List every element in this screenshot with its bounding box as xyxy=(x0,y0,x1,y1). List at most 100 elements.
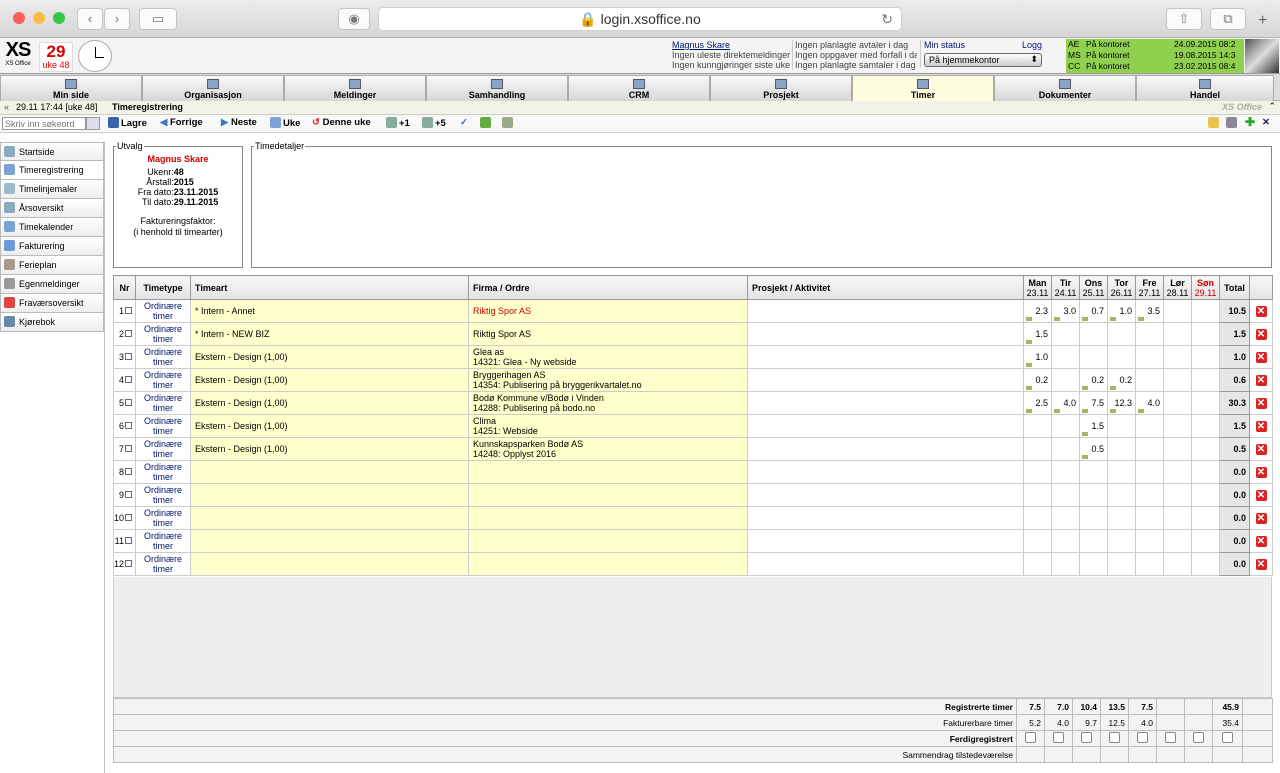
day-cell[interactable] xyxy=(1135,483,1164,507)
day-cell[interactable] xyxy=(1191,414,1220,438)
firma-cell[interactable] xyxy=(468,552,748,576)
firma-cell[interactable] xyxy=(468,483,748,507)
day-cell[interactable] xyxy=(1191,552,1220,576)
next-button[interactable]: ▶ Neste xyxy=(221,117,257,128)
firma-cell[interactable]: Kunnskapsparken Bodø AS 14248: Opplyst 20… xyxy=(468,437,748,461)
prosjekt-cell[interactable] xyxy=(747,483,1024,507)
day-cell[interactable]: 4.0 xyxy=(1051,391,1080,415)
day-cell[interactable]: 0.2 xyxy=(1023,368,1052,392)
timetype-cell[interactable]: Ordinære timer xyxy=(135,299,191,323)
timeart-cell[interactable]: Ekstern - Design (1,00) xyxy=(190,368,469,392)
day-cell[interactable]: 1.5 xyxy=(1079,414,1108,438)
prosjekt-cell[interactable] xyxy=(747,391,1024,415)
sidebar-item-6[interactable]: Ferieplan xyxy=(0,256,104,275)
day-cell[interactable]: 2.3 xyxy=(1023,299,1052,323)
row-nr[interactable]: 9 xyxy=(113,483,136,507)
ferdig-checkbox[interactable] xyxy=(1193,732,1204,743)
row-nr[interactable]: 7 xyxy=(113,437,136,461)
timeart-cell[interactable]: Ekstern - Design (1,00) xyxy=(190,437,469,461)
day-cell[interactable] xyxy=(1023,552,1052,576)
day-cell[interactable]: 12.3 xyxy=(1107,391,1136,415)
sidebar-item-5[interactable]: Fakturering xyxy=(0,237,104,256)
day-cell[interactable] xyxy=(1051,460,1080,484)
delete-icon[interactable]: ✕ xyxy=(1255,351,1267,363)
forward-icon[interactable]: › xyxy=(104,8,130,30)
timetype-cell[interactable]: Ordinære timer xyxy=(135,322,191,346)
day-cell[interactable]: 1.0 xyxy=(1023,345,1052,369)
share-icon[interactable]: ⇧ xyxy=(1166,8,1202,30)
presence-row[interactable]: CC På kontoret 23.02.2015 08:4 xyxy=(1066,61,1244,72)
day-cell[interactable] xyxy=(1023,460,1052,484)
prosjekt-cell[interactable] xyxy=(747,299,1024,323)
day-cell[interactable] xyxy=(1107,322,1136,346)
timetype-cell[interactable]: Ordinære timer xyxy=(135,414,191,438)
save-button[interactable]: Lagre xyxy=(108,117,147,129)
firma-cell[interactable]: Clima 14251: Webside xyxy=(468,414,748,438)
day-cell[interactable] xyxy=(1163,299,1192,323)
ferdig-checkbox[interactable] xyxy=(1137,732,1148,743)
day-cell[interactable]: 0.2 xyxy=(1079,368,1108,392)
firma-cell[interactable]: Riktig Spor AS xyxy=(468,299,748,323)
day-cell[interactable] xyxy=(1191,368,1220,392)
delete-icon[interactable]: ✕ xyxy=(1255,535,1267,547)
logg-link[interactable]: Logg xyxy=(1022,40,1042,50)
day-cell[interactable] xyxy=(1191,345,1220,369)
day-cell[interactable] xyxy=(1163,437,1192,461)
prev-button[interactable]: ◀ Forrige xyxy=(160,117,203,128)
timetype-cell[interactable]: Ordinære timer xyxy=(135,460,191,484)
day-cell[interactable] xyxy=(1051,483,1080,507)
this-week-button[interactable]: ↺ Denne uke xyxy=(312,117,371,128)
day-cell[interactable] xyxy=(1079,552,1108,576)
tab-prosjekt[interactable]: Prosjekt xyxy=(710,75,852,101)
firma-cell[interactable]: Bodø Kommune v/Bodø i Vinden 14288: Publi… xyxy=(468,391,748,415)
day-cell[interactable]: 0.7 xyxy=(1079,299,1108,323)
day-cell[interactable] xyxy=(1023,529,1052,553)
day-cell[interactable] xyxy=(1079,483,1108,507)
day-cell[interactable] xyxy=(1191,437,1220,461)
row-nr[interactable]: 2 xyxy=(113,322,136,346)
delete-icon[interactable]: ✕ xyxy=(1255,420,1267,432)
prosjekt-cell[interactable] xyxy=(747,529,1024,553)
day-cell[interactable] xyxy=(1191,506,1220,530)
timeart-cell[interactable] xyxy=(190,529,469,553)
row-nr[interactable]: 3 xyxy=(113,345,136,369)
day-cell[interactable] xyxy=(1135,437,1164,461)
maximize-window-icon[interactable] xyxy=(53,12,65,24)
day-cell[interactable] xyxy=(1079,460,1108,484)
day-cell[interactable]: 2.5 xyxy=(1023,391,1052,415)
day-cell[interactable] xyxy=(1023,506,1052,530)
tools-icon[interactable] xyxy=(502,117,515,129)
minimize-window-icon[interactable] xyxy=(33,12,45,24)
ferdig-checkbox[interactable] xyxy=(1109,732,1120,743)
timeart-cell[interactable]: * Intern - Annet xyxy=(190,299,469,323)
day-cell[interactable] xyxy=(1135,506,1164,530)
user-icon[interactable] xyxy=(480,117,493,129)
timeart-cell[interactable] xyxy=(190,552,469,576)
ferdig-checkbox[interactable] xyxy=(1222,732,1233,743)
timeart-cell[interactable]: Ekstern - Design (1,00) xyxy=(190,391,469,415)
timeart-cell[interactable] xyxy=(190,506,469,530)
timetype-cell[interactable]: Ordinære timer xyxy=(135,368,191,392)
day-cell[interactable] xyxy=(1191,391,1220,415)
firma-cell[interactable]: Riktig Spor AS xyxy=(468,322,748,346)
day-cell[interactable] xyxy=(1107,506,1136,530)
delete-icon[interactable]: ✕ xyxy=(1255,489,1267,501)
timeart-cell[interactable] xyxy=(190,460,469,484)
day-cell[interactable] xyxy=(1163,506,1192,530)
timetype-cell[interactable]: Ordinære timer xyxy=(135,552,191,576)
day-cell[interactable] xyxy=(1163,483,1192,507)
sidebar-item-9[interactable]: Kjørebok xyxy=(0,313,104,332)
day-cell[interactable] xyxy=(1135,368,1164,392)
delete-icon[interactable]: ✕ xyxy=(1255,512,1267,524)
print-icon[interactable] xyxy=(1226,117,1239,129)
timeart-cell[interactable]: Ekstern - Design (1,00) xyxy=(190,414,469,438)
day-cell[interactable] xyxy=(1191,529,1220,553)
sidebar-item-7[interactable]: Egenmeldinger xyxy=(0,275,104,294)
timetype-cell[interactable]: Ordinære timer xyxy=(135,391,191,415)
search-icon[interactable] xyxy=(86,117,100,130)
collapse-icon[interactable]: « xyxy=(4,102,9,112)
day-cell[interactable] xyxy=(1051,345,1080,369)
user-link[interactable]: Magnus Skare xyxy=(672,40,790,50)
row-nr[interactable]: 1 xyxy=(113,299,136,323)
prosjekt-cell[interactable] xyxy=(747,437,1024,461)
